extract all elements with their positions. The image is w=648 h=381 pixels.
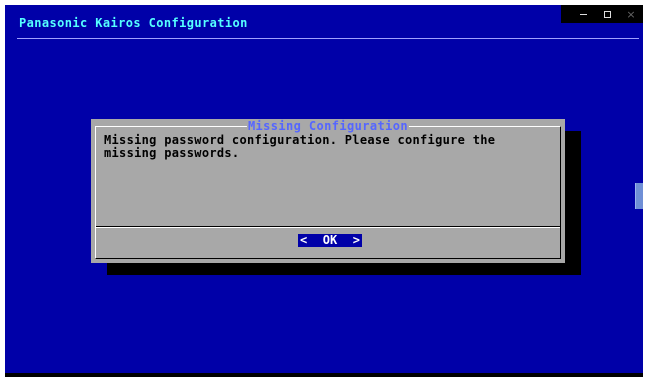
maximize-button[interactable] <box>595 5 619 23</box>
ok-button[interactable]: < OK > <box>298 234 362 247</box>
backtitle-rule <box>17 38 639 39</box>
button-separator-highlight <box>96 227 560 228</box>
minimize-icon <box>579 13 587 15</box>
minimize-button[interactable] <box>571 5 595 23</box>
dialog-title: Missing Configuration <box>246 119 410 133</box>
maximize-icon <box>603 10 611 18</box>
close-button[interactable]: × <box>619 5 643 23</box>
dialog-message: Missing password configuration. Please c… <box>104 133 496 160</box>
terminal-window: × Panasonic Kairos Configuration Missing… <box>5 5 643 377</box>
left-bracket: < <box>300 233 308 247</box>
side-scroll-handle[interactable] <box>635 183 643 209</box>
right-bracket: > <box>352 233 360 247</box>
bottom-strip <box>5 373 643 377</box>
missing-configuration-dialog: Missing Configuration Missing password c… <box>91 119 565 263</box>
backtitle: Panasonic Kairos Configuration <box>19 16 248 30</box>
window-controls: × <box>561 5 643 23</box>
close-icon: × <box>626 7 636 21</box>
ok-label: OK <box>322 233 338 247</box>
